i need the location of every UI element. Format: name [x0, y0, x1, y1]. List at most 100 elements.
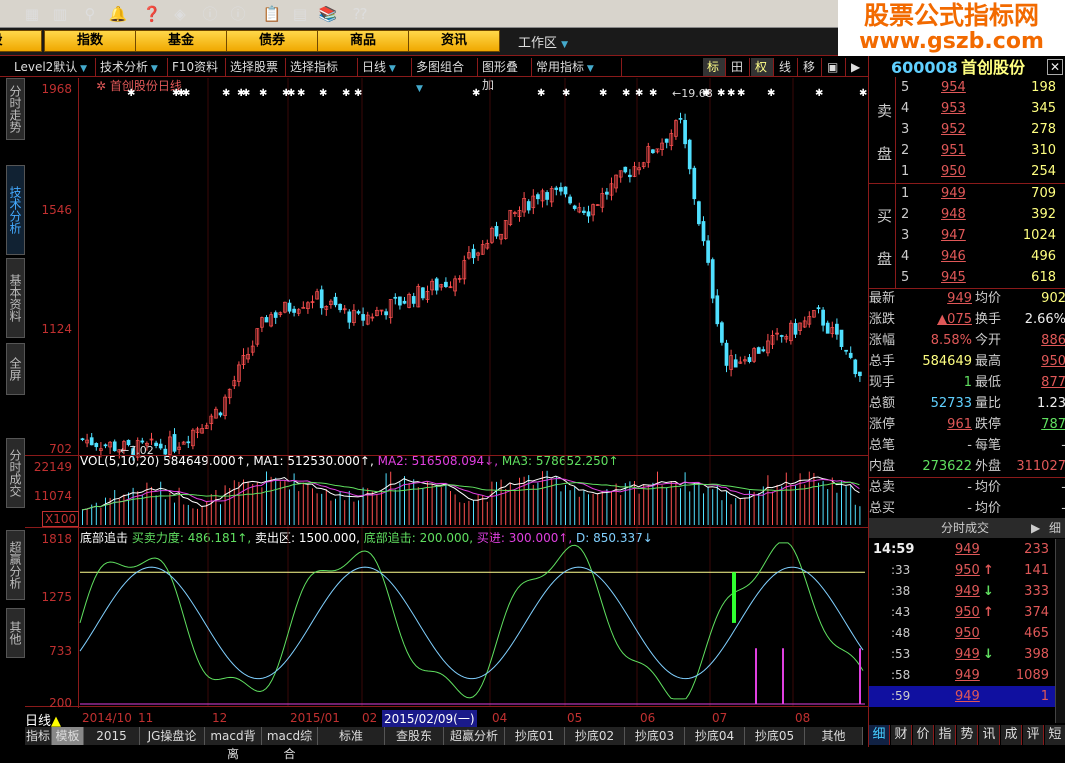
template-tab[interactable]: 模板	[52, 727, 84, 745]
menu-item[interactable]: 多图组合 ▼	[412, 58, 478, 94]
quote-tab[interactable]: 短	[1045, 725, 1065, 745]
template-tab[interactable]: 抄底02	[565, 727, 625, 745]
stat-value: 886	[1041, 333, 1065, 348]
template-tab[interactable]: 其他	[805, 727, 863, 745]
nav-button[interactable]: 资讯	[408, 30, 500, 52]
red-i-icon[interactable]: ⓘ	[200, 4, 220, 24]
quote-tab[interactable]: 评	[1023, 725, 1044, 745]
side-tab[interactable]: 超赢分析	[6, 530, 25, 600]
chart-tool-button[interactable]: 移	[799, 58, 822, 76]
template-tab[interactable]: 抄底03	[625, 727, 685, 745]
nav-button[interactable]: 股	[0, 30, 42, 52]
menu-item[interactable]: 图形叠加	[478, 58, 532, 92]
order-book-row[interactable]: 3 952 278	[869, 119, 1065, 140]
order-book-row[interactable]: 5 945 618	[869, 267, 1065, 288]
nav-button[interactable]: 商品	[317, 30, 409, 52]
template-tab[interactable]: JG操盘论	[140, 727, 205, 745]
order-book-row[interactable]: 4 953 345	[869, 98, 1065, 119]
template-tab[interactable]: 抄底01	[505, 727, 565, 745]
tick-row[interactable]: :33 950 ↑ 141	[869, 560, 1055, 581]
chart-area[interactable]: ✲ 首创股份日线 VOL(5,10,20) 584649.000↑, MA1: …	[0, 77, 868, 747]
side-tab[interactable]: 技术分析	[6, 165, 25, 255]
bars-icon[interactable]: ▥	[50, 4, 70, 24]
side-tab[interactable]: 分时走势	[6, 78, 25, 140]
side-tab[interactable]: 分时成交	[6, 438, 25, 508]
tick-row[interactable]: :48 950 465	[869, 623, 1055, 644]
help-icon[interactable]: ❓	[142, 4, 162, 24]
ticks-scrollbar[interactable]	[1055, 539, 1065, 723]
alarm-bell-icon[interactable]: 🔔	[108, 4, 128, 24]
nav-button[interactable]: 指数	[44, 30, 136, 52]
books-icon[interactable]: 📚	[318, 4, 338, 24]
clipboard-icon[interactable]: 📋	[262, 4, 282, 24]
nav-button[interactable]: 基金	[135, 30, 227, 52]
order-book-row[interactable]: 5 954 198	[869, 77, 1065, 98]
menu-item[interactable]: 常用指标 ▼	[532, 58, 622, 76]
vol-legend: VOL(5,10,20) 584649.000↑, MA1: 512530.00…	[80, 454, 619, 470]
chart-tool-button[interactable]: ▣	[823, 58, 846, 76]
ticks-title: 分时成交	[941, 521, 990, 535]
order-book-row[interactable]: 4 946 496	[869, 246, 1065, 267]
order-book-row[interactable]: 1 949 709	[869, 183, 1065, 204]
template-tab[interactable]: 抄底05	[745, 727, 805, 745]
tick-row[interactable]: :53 949 ↓ 398	[869, 644, 1055, 665]
side-tab[interactable]: 全屏	[6, 343, 25, 395]
side-tab[interactable]: 基本资料	[6, 258, 25, 338]
menu-item[interactable]: 技术分析 ▼	[96, 58, 168, 76]
quote-tab[interactable]: 势	[957, 725, 978, 745]
date-label: 02	[362, 711, 378, 725]
play-icon[interactable]: ▶	[1031, 518, 1040, 538]
quote-tab[interactable]: 细	[869, 725, 890, 745]
tick-row[interactable]: :38 949 ↓ 333	[869, 581, 1055, 602]
template-tab[interactable]: 抄底04	[685, 727, 745, 745]
chart-tool-button[interactable]: 田	[727, 58, 750, 76]
stat-value: 273622	[922, 459, 972, 474]
chart-tool-button[interactable]: 线	[775, 58, 798, 76]
stat-value: 902	[1041, 291, 1065, 306]
chart-tool-button[interactable]: ▶	[847, 58, 870, 76]
quote-tab[interactable]: 讯	[979, 725, 1000, 745]
volume: 310	[1031, 143, 1056, 158]
close-icon[interactable]: ✕	[1047, 59, 1063, 75]
nav-button[interactable]: 债券	[226, 30, 318, 52]
menu-item[interactable]: Level2默认 ▼	[10, 58, 96, 76]
tick-row[interactable]: 14:59 949 233	[869, 539, 1055, 560]
template-tab[interactable]: 超赢分析	[444, 727, 505, 745]
tick-row[interactable]: :59 949 1	[869, 686, 1055, 707]
menu-item[interactable]: 日线 ▼	[358, 58, 412, 76]
tick-row[interactable]: :58 949 1089	[869, 665, 1055, 686]
menu-item[interactable]: F10资料	[168, 58, 226, 76]
whatsthis-icon[interactable]: ⁇	[350, 4, 370, 24]
menu-item[interactable]: 选择股票	[226, 58, 286, 76]
stock-name: 首创股份	[961, 58, 1026, 77]
chart-icon[interactable]: ▦	[22, 4, 42, 24]
quote-tab[interactable]: 成	[1001, 725, 1022, 745]
menu-item[interactable]: 选择指标	[286, 58, 358, 76]
y-axis-label: 1546	[41, 203, 72, 217]
template-tab[interactable]: 标准	[318, 727, 385, 745]
quote-tab[interactable]: 价	[913, 725, 934, 745]
template-tab[interactable]: macd背离	[205, 727, 262, 761]
template-tab[interactable]: 查股东	[385, 727, 444, 745]
side-tab[interactable]: 其他	[6, 608, 25, 658]
tick-row[interactable]: :43 950 ↑ 374	[869, 602, 1055, 623]
detail-button[interactable]: 细	[1049, 518, 1061, 538]
quote-tab[interactable]: 财	[891, 725, 912, 745]
workspace-menu[interactable]: 工作区 ▼	[518, 32, 568, 51]
menu-item-label: 技术分析	[100, 60, 149, 74]
quote-tab[interactable]: 指	[935, 725, 956, 745]
order-book-row[interactable]: 3 947 1024	[869, 225, 1065, 246]
chart-tool-button[interactable]: 标	[703, 58, 726, 76]
template-tab[interactable]: 2015	[84, 727, 140, 745]
order-book-row[interactable]: 2 948 392	[869, 204, 1065, 225]
template-tab[interactable]: 指标	[25, 727, 52, 745]
order-book-row[interactable]: 2 951 310	[869, 140, 1065, 161]
order-book-row[interactable]: 1 950 254	[869, 161, 1065, 182]
binoculars-icon[interactable]: ⚲	[80, 4, 100, 24]
window-icon[interactable]: ▤	[290, 4, 310, 24]
chart-tool-button[interactable]: 权	[751, 58, 774, 76]
template-tab[interactable]: macd综合	[262, 727, 318, 761]
blue-i-icon[interactable]: ⓘ	[228, 4, 248, 24]
diamond-icon[interactable]: ◈	[170, 4, 190, 24]
price: 953	[941, 101, 966, 116]
